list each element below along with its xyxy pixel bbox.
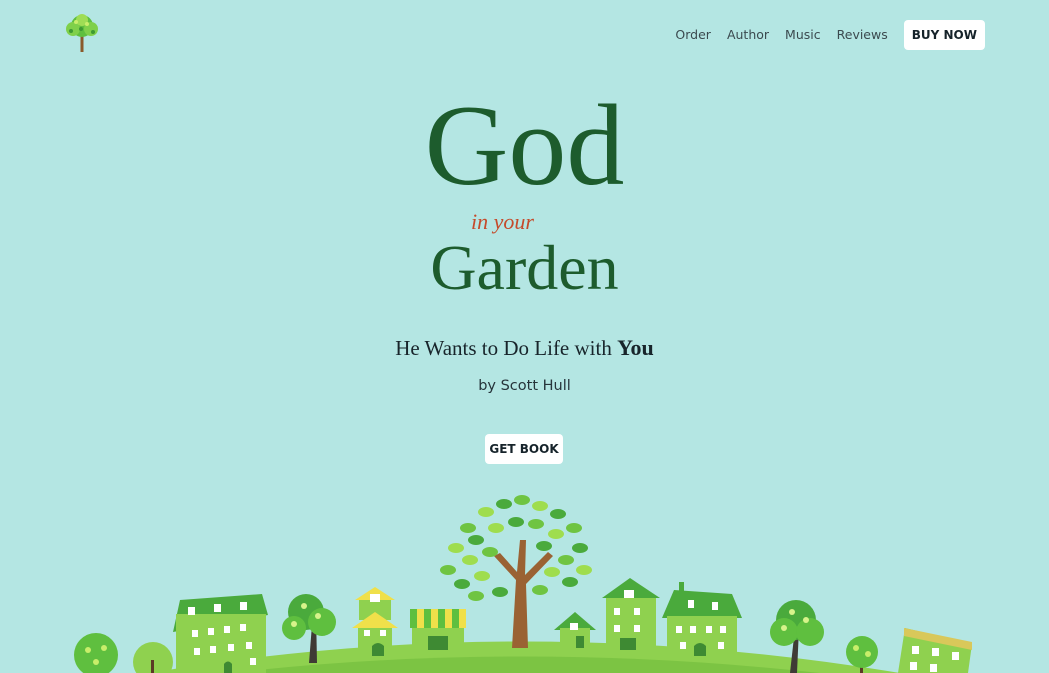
hero-title-garden: Garden — [430, 232, 619, 303]
buy-now-button[interactable]: BUY NOW — [903, 20, 985, 50]
hero-title-god: God — [424, 82, 625, 210]
garden-town-illustration — [74, 495, 972, 673]
nav-link-reviews[interactable]: Reviews — [837, 20, 888, 50]
author-byline: by Scott Hull — [478, 378, 571, 394]
small-house-center — [554, 612, 596, 650]
subtitle-emphasis: You — [617, 335, 654, 360]
nav-link-author[interactable]: Author — [727, 20, 769, 50]
nav-link-music[interactable]: Music — [785, 20, 821, 50]
building-right — [898, 628, 972, 673]
left-small-tree — [74, 633, 118, 673]
chimney-house — [662, 582, 742, 656]
tall-house — [602, 578, 660, 650]
building-left-large — [173, 594, 268, 673]
tree-logo-icon[interactable] — [62, 12, 102, 54]
main-nav: Order Author Music Reviews BUY NOW — [675, 20, 985, 50]
nav-link-order[interactable]: Order — [675, 20, 711, 50]
get-book-button[interactable]: GET BOOK — [485, 434, 563, 464]
subtitle-prefix: He Wants to Do Life with — [395, 336, 618, 360]
yellow-roof-house — [352, 587, 398, 658]
top-navigation-bar: Order Author Music Reviews BUY NOW — [0, 0, 1049, 70]
shop-striped-awning — [410, 609, 466, 656]
hero-subtitle: He Wants to Do Life with You — [0, 335, 1049, 361]
left-bush-tree — [133, 642, 173, 673]
